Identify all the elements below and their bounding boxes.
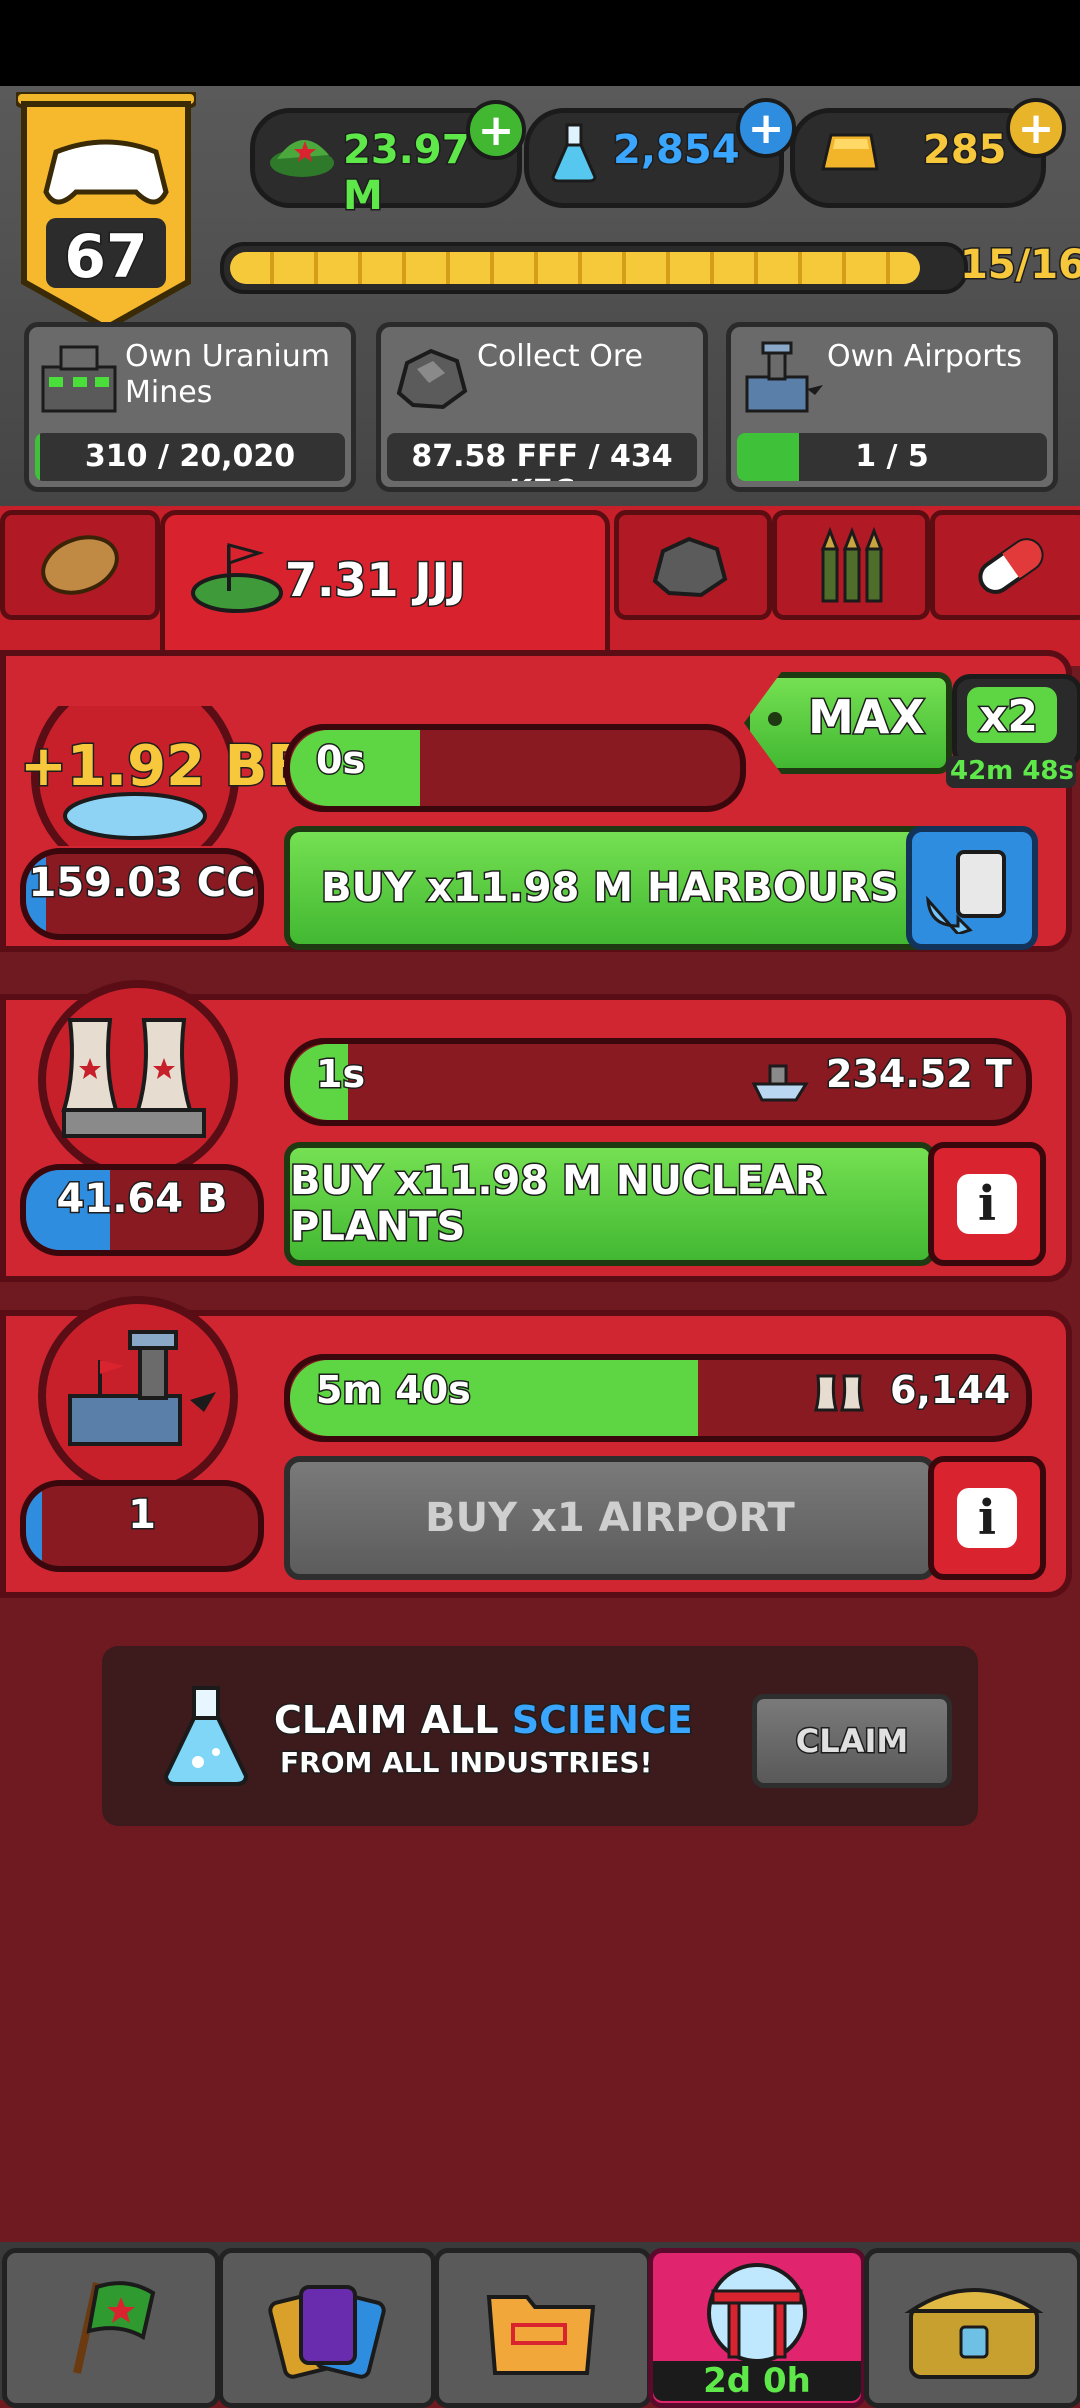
status-bar xyxy=(0,0,1080,86)
harbour-ship-icon xyxy=(751,1064,809,1102)
nav-research-folder[interactable] xyxy=(434,2248,652,2408)
tab-farming[interactable] xyxy=(0,510,160,620)
uranium-mine-icon xyxy=(41,345,117,413)
claim-title: CLAIM ALL SCIENCE xyxy=(273,1697,695,1744)
airports-cost: 6,144 xyxy=(888,1367,1011,1414)
mission-progress-bar: 1 / 5 xyxy=(737,433,1047,481)
card-swap-icon xyxy=(926,850,1006,934)
secret-folder-icon xyxy=(486,2295,596,2375)
pill-capsule-icon xyxy=(978,538,1044,594)
airports-info-button[interactable]: i xyxy=(928,1456,1046,1580)
nav-cards[interactable] xyxy=(218,2248,436,2408)
mission-own-uranium-mines[interactable]: Own Uranium Mines 310 / 20,020 xyxy=(24,322,356,492)
tab-military[interactable] xyxy=(772,510,930,620)
nuclear-plants-timer-bar: 1s 234.52 T xyxy=(284,1038,1032,1126)
event-timer: 2d 0h xyxy=(653,2361,861,2401)
info-icon: i xyxy=(957,1174,1017,1234)
claim-button[interactable]: CLAIM xyxy=(752,1694,952,1788)
player-level: 67 xyxy=(63,221,150,294)
nav-chests[interactable] xyxy=(864,2248,1080,2408)
swap-card-button[interactable] xyxy=(906,826,1038,950)
harbours-timer: 0s xyxy=(314,737,366,784)
airport-icon xyxy=(745,341,823,413)
mission-label: Own Uranium Mines xyxy=(125,339,330,410)
airport-icon[interactable] xyxy=(20,1296,256,1496)
mission-label: Collect Ore xyxy=(477,339,643,374)
boost-timer: 42m 48s xyxy=(950,756,1074,786)
add-science-button[interactable]: + xyxy=(736,98,796,158)
buy-harbours-button[interactable]: BUY x11.98 M HARBOURS xyxy=(284,826,936,950)
land-value: 7.31 JJJ xyxy=(284,552,468,609)
nuclear-plant-small-icon xyxy=(814,1374,864,1412)
airports-timer-bar: 5m 40s 6,144 xyxy=(284,1354,1032,1442)
gold-bar-icon xyxy=(821,133,879,171)
max-label: MAX xyxy=(807,689,927,746)
science-value: 2,854 xyxy=(612,126,742,175)
mission-progress-bar: 87.58 FFF / 434 KFC xyxy=(387,433,697,481)
science-flask-icon xyxy=(551,123,597,183)
mission-own-airports[interactable]: Own Airports 1 / 5 xyxy=(726,322,1058,492)
tab-land-selected[interactable]: 7.31 JJJ xyxy=(160,510,610,660)
mission-label: Own Airports xyxy=(827,339,1023,374)
claim-subtitle: FROM ALL INDUSTRIES! xyxy=(278,1745,653,1781)
treasure-chest-icon xyxy=(904,2288,1044,2379)
nuclear-plants-cost: 234.52 T xyxy=(825,1051,1014,1098)
airports-owned: 1 xyxy=(20,1480,264,1572)
max-tag-hole xyxy=(768,712,782,726)
nuclear-plants-info-button[interactable]: i xyxy=(928,1142,1046,1266)
gold-value: 285 xyxy=(922,126,1008,175)
info-icon: i xyxy=(957,1488,1017,1548)
mission-progress-text: 87.58 FFF / 434 KFC xyxy=(411,439,673,481)
nuclear-plants-owned: 41.64 B xyxy=(20,1164,264,1256)
torii-gate-icon xyxy=(707,2263,807,2363)
harbours-owned: 159.03 CC xyxy=(20,848,264,940)
bullets-icon xyxy=(820,526,884,603)
level-banner[interactable] xyxy=(16,92,196,332)
cards-icon xyxy=(268,2285,386,2379)
boost-x2-button[interactable]: x2 xyxy=(952,674,1080,768)
nav-industries[interactable] xyxy=(2,2248,220,2408)
nuclear-plants-timer: 1s xyxy=(314,1051,366,1098)
buy-nuclear-plants-button[interactable]: BUY x11.98 M NUCLEAR PLANTS xyxy=(284,1142,936,1266)
tab-medicine[interactable] xyxy=(930,510,1080,620)
army-cap-icon xyxy=(270,139,334,177)
ore-rock-icon xyxy=(396,348,468,410)
mission-progress-bar: 310 / 20,020 xyxy=(35,433,345,481)
tab-mining[interactable] xyxy=(614,510,772,620)
land-flag-icon xyxy=(191,543,283,613)
boost-x2-label: x2 xyxy=(978,690,1040,744)
ore-rock-icon xyxy=(652,536,728,598)
buy-airport-button[interactable]: BUY x1 AIRPORT xyxy=(284,1456,936,1580)
add-gold-button[interactable]: + xyxy=(1006,98,1066,158)
xp-text: 15/16 xyxy=(959,241,1080,290)
gamepad-icon xyxy=(43,139,169,205)
harbours-income: +1.92 BB xyxy=(19,733,312,801)
red-flag-icon xyxy=(73,2281,156,2374)
science-flask-icon xyxy=(163,1686,249,1786)
xp-bar-fill xyxy=(230,252,920,284)
harbours-timer-bar: 0s xyxy=(284,724,746,812)
mission-progress-text: 310 / 20,020 xyxy=(84,439,296,474)
mission-collect-ore[interactable]: Collect Ore 87.58 FFF / 434 KFC xyxy=(376,322,708,492)
potato-icon xyxy=(41,535,119,595)
mission-progress-text: 1 / 5 xyxy=(855,439,929,474)
add-cash-button[interactable]: + xyxy=(466,100,526,160)
nav-event[interactable]: 2d 0h xyxy=(648,2248,866,2408)
nuclear-plant-icon[interactable] xyxy=(20,980,256,1180)
airports-timer: 5m 40s xyxy=(315,1367,473,1414)
